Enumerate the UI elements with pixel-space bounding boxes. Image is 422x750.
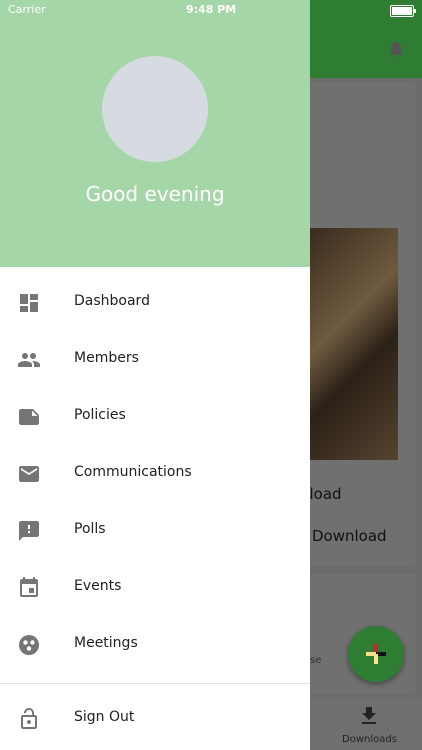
drawer-item-members[interactable]: Members [0,332,310,388]
drawer-item-label: Polls [74,521,106,537]
dashboard-icon [20,294,38,312]
lock-icon [21,708,37,729]
drawer-item-label: Dashboard [74,293,150,309]
clock: 9:48 PM [186,3,237,16]
people-icon [18,353,40,367]
sign-out-label: Sign Out [74,709,135,725]
drawer-item-label: Communications [74,464,192,480]
download-icon[interactable] [356,704,382,728]
drawer-item-label: Events [74,578,122,594]
greeting-text: Good evening [85,182,225,206]
battery-icon [390,5,416,17]
drawer-item-communications[interactable]: Communications [0,446,310,502]
plus-icon [366,644,386,664]
feedback-icon [19,521,39,541]
carrier-label: Carrier [8,3,46,16]
bell-icon[interactable] [386,38,406,60]
card-text-fragment: se [310,655,322,666]
navigation-drawer: Good evening Dashboard Members Policies … [0,0,310,750]
drawer-item-events[interactable]: Events [0,560,310,616]
card-image [310,228,398,460]
drawer-item-label: Policies [74,407,126,423]
add-fab-button[interactable] [348,626,404,682]
drawer-header: Good evening [0,0,310,267]
drawer-item-meetings[interactable]: Meetings [0,617,310,673]
divider [0,683,310,684]
note-icon [19,409,39,425]
download-link-2[interactable]: Download [312,527,387,545]
calendar-icon [20,577,38,597]
mail-icon [19,466,39,482]
drawer-item-dashboard[interactable]: Dashboard [0,275,310,331]
avatar[interactable] [102,56,208,162]
sign-out-button[interactable]: Sign Out [0,691,310,747]
drawer-item-polls[interactable]: Polls [0,503,310,559]
status-bar: Carrier 9:48 PM [0,0,422,20]
drawer-item-label: Meetings [74,635,138,651]
drawer-item-label: Members [74,350,139,366]
bottom-nav-downloads[interactable]: Downloads [342,734,397,745]
drawer-item-policies[interactable]: Policies [0,389,310,445]
meeting-icon [19,635,39,655]
